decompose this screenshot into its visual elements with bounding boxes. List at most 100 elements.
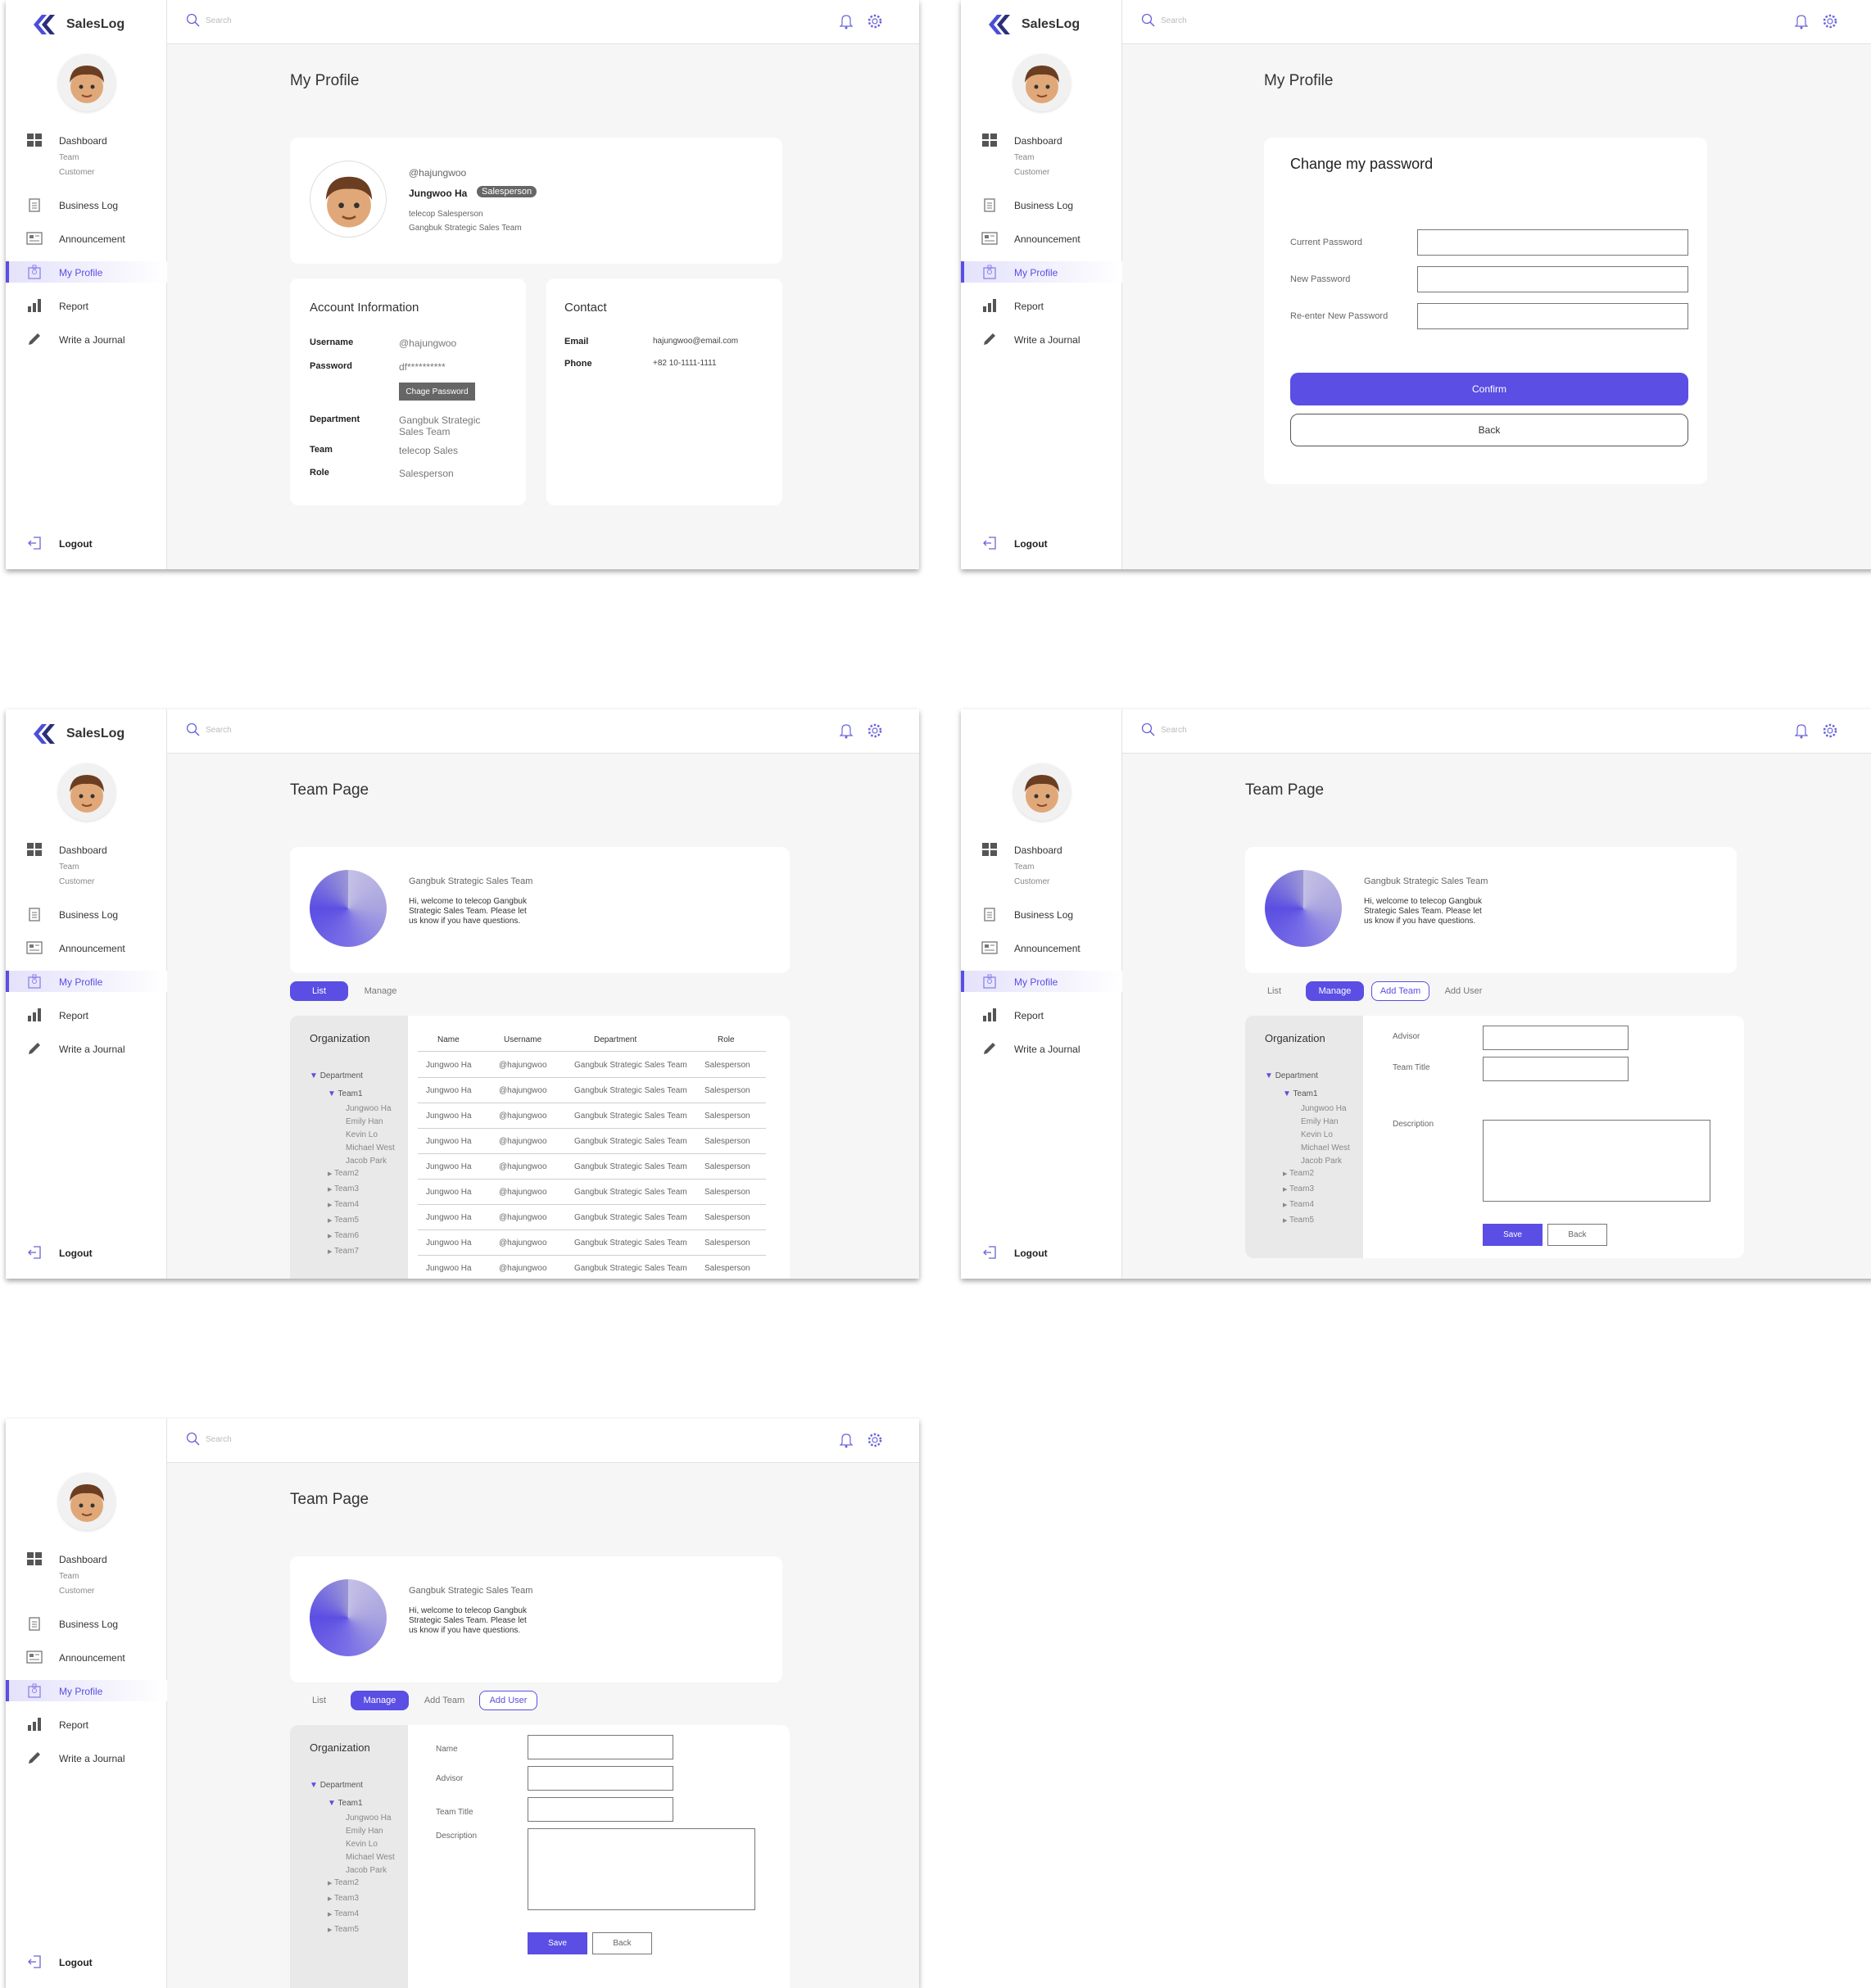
sidebar-item-business-log[interactable]: Business Log	[6, 1613, 167, 1634]
table-row[interactable]: Jungwoo Ha @hajungwoo Gangbuk Strategic Sa…	[418, 1180, 766, 1205]
bell-icon[interactable]	[839, 722, 854, 739]
tree-team1[interactable]: ▼ Team1	[328, 1799, 363, 1808]
tree-member[interactable]: Jacob Park	[1301, 1157, 1342, 1166]
name-input[interactable]	[528, 1735, 673, 1759]
sidebar-subitem-customer[interactable]: Customer	[1014, 168, 1049, 177]
tree-member[interactable]: Michael West	[1301, 1143, 1350, 1152]
sidebar-item-announcement[interactable]: Announcement	[6, 1646, 167, 1668]
tree-department[interactable]: ▼ Department	[310, 1781, 363, 1790]
new-password-input[interactable]	[1417, 266, 1688, 292]
sidebar-item-business-log[interactable]: Business Log	[6, 903, 167, 925]
table-row[interactable]: Jungwoo Ha @hajungwoo Gangbuk Strategic Sa…	[418, 1103, 766, 1129]
avatar[interactable]	[58, 763, 116, 821]
bell-icon[interactable]	[1794, 13, 1809, 29]
team-title-input[interactable]	[528, 1797, 673, 1822]
tab-list[interactable]: List	[290, 1691, 348, 1710]
sidebar-item-business-log[interactable]: Business Log	[6, 194, 167, 215]
logout-button[interactable]: Logout	[961, 532, 1122, 554]
sidebar-subitem-team[interactable]: Team	[59, 1572, 79, 1581]
description-textarea[interactable]	[1483, 1120, 1710, 1202]
tree-member[interactable]: Jungwoo Ha	[346, 1814, 392, 1823]
tree-team[interactable]: ▶ Team4	[328, 1909, 359, 1918]
tree-department[interactable]: ▼ Department	[310, 1071, 363, 1080]
back-button[interactable]: Back	[592, 1932, 652, 1954]
sidebar-item-report[interactable]: Report	[6, 1714, 167, 1735]
table-row[interactable]: Jungwoo Ha @hajungwoo Gangbuk Strategic Sa…	[418, 1205, 766, 1230]
avatar[interactable]	[58, 1473, 116, 1530]
sidebar-item-write-journal[interactable]: Write a Journal	[6, 328, 167, 350]
app-logo[interactable]: SalesLog	[32, 722, 125, 745]
sidebar-item-report[interactable]: Report	[961, 295, 1122, 316]
table-row[interactable]: Jungwoo Ha @hajungwoo Gangbuk Strategic Sa…	[418, 1154, 766, 1180]
avatar[interactable]	[1013, 54, 1071, 111]
sidebar-subitem-customer[interactable]: Customer	[59, 168, 94, 177]
logout-button[interactable]: Logout	[6, 1951, 167, 1972]
tree-team[interactable]: ▶ Team2	[1283, 1169, 1314, 1178]
sidebar-item-dashboard[interactable]: Dashboard	[6, 129, 167, 151]
bell-icon[interactable]	[839, 1432, 854, 1448]
tree-team1[interactable]: ▼ Team1	[328, 1089, 363, 1098]
sidebar-item-write-journal[interactable]: Write a Journal	[6, 1038, 167, 1059]
tree-team[interactable]: ▶ Team7	[328, 1247, 359, 1256]
sidebar-item-announcement[interactable]: Announcement	[961, 937, 1122, 958]
table-row[interactable]: Jungwoo Ha @hajungwoo Gangbuk Strategic Sa…	[418, 1256, 766, 1279]
confirm-button[interactable]: Confirm	[1290, 373, 1688, 405]
sidebar-item-dashboard[interactable]: Dashboard	[6, 839, 167, 860]
search-input[interactable]: Search	[1141, 13, 1187, 28]
tab-add-user[interactable]: Add User	[1434, 981, 1493, 1001]
save-button[interactable]: Save	[528, 1932, 587, 1954]
tree-team[interactable]: ▶ Team2	[328, 1878, 359, 1887]
tree-member[interactable]: Emily Han	[346, 1117, 383, 1126]
table-row[interactable]: Jungwoo Ha @hajungwoo Gangbuk Strategic Sa…	[418, 1129, 766, 1154]
sidebar-item-write-journal[interactable]: Write a Journal	[961, 328, 1122, 350]
search-input[interactable]: Search	[186, 13, 232, 28]
tree-team[interactable]: ▶ Team4	[1283, 1200, 1314, 1209]
tree-member[interactable]: Jungwoo Ha	[346, 1104, 392, 1113]
tree-member[interactable]: Jungwoo Ha	[1301, 1104, 1347, 1113]
sidebar-item-my-profile[interactable]: My Profile	[6, 261, 167, 283]
logout-button[interactable]: Logout	[961, 1242, 1122, 1263]
sidebar-subitem-team[interactable]: Team	[59, 863, 79, 872]
logout-button[interactable]: Logout	[6, 1242, 167, 1263]
sidebar-item-write-journal[interactable]: Write a Journal	[6, 1747, 167, 1768]
sidebar-subitem-team[interactable]: Team	[1014, 863, 1034, 872]
tree-team1[interactable]: ▼ Team1	[1283, 1089, 1318, 1098]
app-logo[interactable]: SalesLog	[987, 13, 1080, 36]
bell-icon[interactable]	[1794, 722, 1809, 739]
sidebar-item-announcement[interactable]: Announcement	[961, 228, 1122, 249]
tab-manage[interactable]: Manage	[1306, 981, 1364, 1001]
sidebar-item-my-profile[interactable]: My Profile	[961, 971, 1122, 992]
sidebar-item-dashboard[interactable]: Dashboard	[961, 839, 1122, 860]
tree-team[interactable]: ▶ Team5	[1283, 1216, 1314, 1225]
search-input[interactable]: Search	[1141, 722, 1187, 737]
tree-member[interactable]: Jacob Park	[346, 1157, 387, 1166]
app-logo[interactable]: SalesLog	[32, 13, 125, 36]
tree-member[interactable]: Michael West	[346, 1853, 395, 1862]
tree-member[interactable]: Kevin Lo	[346, 1840, 378, 1849]
tab-add-user[interactable]: Add User	[479, 1691, 537, 1710]
team-title-input[interactable]	[1483, 1057, 1629, 1081]
back-button[interactable]: Back	[1290, 414, 1688, 446]
sidebar-item-announcement[interactable]: Announcement	[6, 937, 167, 958]
current-password-input[interactable]	[1417, 229, 1688, 256]
description-textarea[interactable]	[528, 1828, 755, 1910]
sidebar-item-my-profile[interactable]: My Profile	[6, 1680, 167, 1701]
tree-team[interactable]: ▶ Team5	[328, 1216, 359, 1225]
column-header[interactable]: Name	[437, 1035, 460, 1044]
sidebar-item-report[interactable]: Report	[961, 1004, 1122, 1026]
save-button[interactable]: Save	[1483, 1224, 1543, 1246]
tree-member[interactable]: Emily Han	[1301, 1117, 1339, 1126]
gear-icon[interactable]	[1822, 13, 1838, 29]
search-input[interactable]: Search	[186, 1432, 232, 1447]
tree-team[interactable]: ▶ Team5	[328, 1925, 359, 1934]
bell-icon[interactable]	[839, 13, 854, 29]
tree-member[interactable]: Jacob Park	[346, 1866, 387, 1875]
tab-manage[interactable]: Manage	[351, 1691, 409, 1710]
sidebar-subitem-team[interactable]: Team	[59, 153, 79, 162]
table-row[interactable]: Jungwoo Ha @hajungwoo Gangbuk Strategic Sa…	[418, 1078, 766, 1103]
column-header[interactable]: Role	[718, 1035, 735, 1044]
table-row[interactable]: Jungwoo Ha @hajungwoo Gangbuk Strategic Sa…	[418, 1230, 766, 1256]
tab-add-team[interactable]: Add Team	[415, 1691, 473, 1710]
tree-team[interactable]: ▶ Team4	[328, 1200, 359, 1209]
profile-avatar[interactable]	[310, 161, 387, 238]
